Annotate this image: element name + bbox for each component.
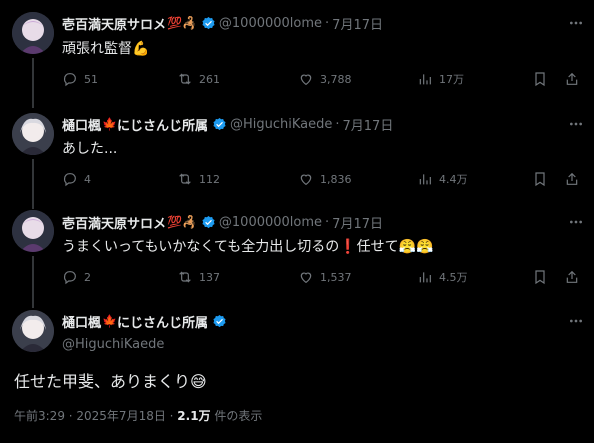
views-button[interactable]: 4.5万 bbox=[417, 269, 468, 285]
handle[interactable]: @1000000lome bbox=[219, 215, 322, 230]
bookmark-button[interactable] bbox=[532, 171, 548, 187]
like-button[interactable]: 1,836 bbox=[298, 171, 352, 187]
bookmark-button[interactable] bbox=[532, 71, 548, 87]
name-emojis: 💯🦂 bbox=[167, 16, 197, 30]
display-name-suffix[interactable]: にじさんじ所属 bbox=[117, 312, 208, 331]
date[interactable]: 7月17日 bbox=[332, 213, 383, 232]
reply-count: 2 bbox=[84, 270, 91, 284]
like-button[interactable]: 3,788 bbox=[298, 71, 352, 87]
reply-button[interactable]: 2 bbox=[62, 269, 91, 285]
display-name[interactable]: 壱百満天原サロメ bbox=[62, 213, 166, 232]
views-chart-icon bbox=[419, 74, 431, 85]
sweat-smile-emoji: 😅 bbox=[190, 372, 207, 391]
repost-icon bbox=[179, 73, 191, 85]
thread-line bbox=[32, 256, 34, 308]
thread-line bbox=[32, 159, 34, 209]
heart-icon bbox=[300, 174, 312, 186]
tweet-text: うまくいってもいかなくても全力出し切るの❗任せて😤😤 bbox=[62, 239, 434, 255]
views-label: 件の表示 bbox=[210, 409, 263, 423]
views-count: 17万 bbox=[439, 73, 464, 86]
handle[interactable]: @1000000lome bbox=[219, 16, 322, 31]
repost-button[interactable]: 112 bbox=[177, 171, 220, 187]
separator-dot: · bbox=[325, 214, 330, 230]
reply-icon bbox=[63, 173, 76, 187]
like-button[interactable]: 1,537 bbox=[298, 269, 352, 285]
reply-count: 51 bbox=[84, 72, 98, 86]
display-name-suffix[interactable]: にじさんじ所属 bbox=[117, 115, 208, 134]
more-icon[interactable] bbox=[568, 116, 584, 132]
views-chart-icon bbox=[419, 174, 431, 185]
action-bar: 2 137 1,537 4.5万 bbox=[62, 269, 582, 287]
heart-icon bbox=[300, 74, 312, 86]
like-count: 1,836 bbox=[320, 172, 352, 186]
reply-button[interactable]: 4 bbox=[62, 171, 91, 187]
avatar[interactable] bbox=[12, 310, 54, 352]
huffing-face-emojis: 😤😤 bbox=[398, 239, 434, 255]
display-name[interactable]: 壱百満天原サロメ bbox=[62, 14, 166, 33]
avatar[interactable] bbox=[12, 12, 54, 54]
share-icon bbox=[566, 270, 578, 283]
more-icon[interactable] bbox=[568, 313, 584, 329]
bookmark-icon bbox=[535, 172, 545, 187]
views-button[interactable]: 4.4万 bbox=[417, 171, 468, 187]
avatar[interactable] bbox=[12, 113, 54, 155]
bookmark-icon bbox=[535, 72, 545, 87]
like-count: 1,537 bbox=[320, 270, 352, 284]
views-count: 2.1万 bbox=[177, 409, 211, 423]
repost-count: 261 bbox=[199, 72, 220, 86]
reply-icon bbox=[63, 271, 76, 285]
views-chart-icon bbox=[419, 272, 431, 283]
handle[interactable]: @HiguchiKaede bbox=[62, 337, 164, 352]
separator-dot: · bbox=[335, 116, 340, 132]
avatar[interactable] bbox=[12, 210, 54, 252]
name-emojis: 💯🦂 bbox=[167, 215, 197, 229]
tweet-text: 頑張れ監督💪 bbox=[62, 41, 150, 57]
thread-line bbox=[32, 58, 34, 108]
repost-count: 112 bbox=[199, 172, 220, 186]
views-button[interactable]: 17万 bbox=[417, 71, 464, 87]
heart-icon bbox=[300, 272, 312, 284]
bookmark-button[interactable] bbox=[532, 269, 548, 285]
views-count: 4.4万 bbox=[439, 173, 468, 186]
tweet-text: あした... bbox=[62, 141, 118, 157]
share-button[interactable] bbox=[564, 171, 580, 187]
reply-button[interactable]: 51 bbox=[62, 71, 98, 87]
date[interactable]: 7月17日 bbox=[343, 115, 394, 134]
verified-icon bbox=[213, 117, 226, 130]
reply-count: 4 bbox=[84, 172, 91, 186]
timestamp[interactable]: 午前3:29 · 2025年7月18日 · bbox=[14, 409, 177, 423]
maple-leaf-emoji: 🍁 bbox=[102, 117, 117, 131]
like-count: 3,788 bbox=[320, 72, 352, 86]
share-button[interactable] bbox=[564, 71, 580, 87]
tweet-meta: 午前3:29 · 2025年7月18日 · 2.1万 件の表示 bbox=[14, 407, 262, 424]
more-icon[interactable] bbox=[568, 214, 584, 230]
verified-icon bbox=[202, 16, 215, 29]
exclamation-emoji: ❗ bbox=[339, 239, 357, 255]
share-icon bbox=[566, 172, 578, 185]
display-name[interactable]: 樋口楓 bbox=[62, 115, 101, 134]
share-button[interactable] bbox=[564, 269, 580, 285]
flexed-biceps-emoji: 💪 bbox=[132, 41, 150, 57]
display-name[interactable]: 樋口楓 bbox=[62, 312, 101, 331]
verified-icon bbox=[202, 215, 215, 228]
maple-leaf-emoji: 🍁 bbox=[102, 314, 117, 328]
verified-icon bbox=[213, 314, 226, 327]
separator-dot: · bbox=[325, 15, 330, 31]
action-bar: 51 261 3,788 17万 bbox=[62, 71, 582, 89]
handle[interactable]: @HiguchiKaede bbox=[230, 117, 332, 132]
repost-icon bbox=[179, 173, 191, 185]
tweet-text: 任せた甲斐、ありまくり😅 bbox=[14, 372, 207, 391]
repost-button[interactable]: 261 bbox=[177, 71, 220, 87]
action-bar: 4 112 1,836 4.4万 bbox=[62, 171, 582, 189]
bookmark-icon bbox=[535, 270, 545, 285]
date[interactable]: 7月17日 bbox=[332, 14, 383, 33]
repost-icon bbox=[179, 271, 191, 283]
more-icon[interactable] bbox=[568, 15, 584, 31]
repost-button[interactable]: 137 bbox=[177, 269, 220, 285]
share-icon bbox=[566, 72, 578, 85]
views-count: 4.5万 bbox=[439, 271, 468, 284]
repost-count: 137 bbox=[199, 270, 220, 284]
reply-icon bbox=[63, 73, 76, 87]
